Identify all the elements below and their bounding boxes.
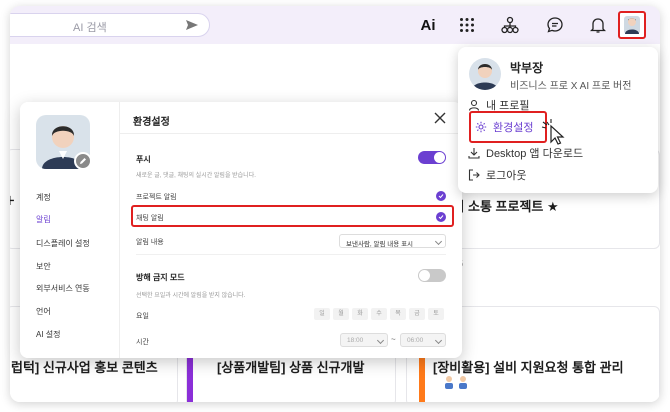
dropdown-user-name: 박부장: [510, 61, 544, 75]
settings-modal: 계정 알림 디스플레이 설정 보안 외부서비스 연동 언어 AI 설정 환경설정…: [20, 102, 462, 358]
dnd-day-label: 요일: [136, 313, 149, 320]
dnd-section-title: 방해 금지 모드: [136, 273, 185, 282]
menu-item-desktop-download[interactable]: Desktop 앱 다운로드: [468, 143, 583, 163]
dropdown-user-plan: 비즈니스 프로 X AI 프로 버전: [510, 81, 632, 92]
project-card-title: [장비활용] 설비 지원요청 통합 관리: [433, 360, 624, 375]
menu-item-label: 로그아웃: [486, 170, 527, 182]
sidebar-item-display[interactable]: 디스플레이 설정: [36, 238, 90, 249]
menu-item-label: Desktop 앱 다운로드: [486, 148, 584, 160]
day-mon[interactable]: 월: [333, 308, 349, 320]
send-icon[interactable]: [185, 18, 199, 32]
settings-sidebar: 계정 알림 디스플레이 설정 보안 외부서비스 연동 언어 AI 설정: [20, 102, 120, 358]
dnd-section-desc: 선택한 요일과 시간에 알림을 받지 않습니다.: [136, 293, 246, 299]
alert-content-value: 보낸사람, 알림 내용 표시: [346, 241, 414, 248]
day-tue[interactable]: 화: [352, 308, 368, 320]
alert-content-select[interactable]: 보낸사람, 알림 내용 표시: [339, 234, 446, 248]
sidebar-item-integrations[interactable]: 외부서비스 연동: [36, 283, 90, 294]
day-wed[interactable]: 수: [371, 308, 387, 320]
day-fri[interactable]: 금: [409, 308, 425, 320]
chevron-down-icon: [434, 336, 443, 345]
row-divider: [136, 254, 446, 255]
ai-icon: Ai: [420, 16, 436, 34]
alert-content-label: 알림 내용: [136, 239, 164, 246]
chevron-down-icon: [376, 336, 385, 345]
edit-pencil-icon[interactable]: [74, 152, 92, 170]
sidebar-item-account[interactable]: 계정: [36, 192, 51, 203]
sidebar-item-security[interactable]: 보안: [36, 261, 51, 272]
modal-divider: [120, 133, 462, 134]
dnd-time-label: 시간: [136, 339, 149, 346]
ai-assistant-button[interactable]: Ai: [418, 15, 438, 35]
dnd-start-time-select[interactable]: 18:00: [340, 333, 388, 347]
org-chart-icon[interactable]: [500, 15, 520, 35]
sidebar-item-ai-settings[interactable]: AI 설정: [36, 329, 61, 340]
project-card-title: 럽턱] 신규사업 홍보 콘텐츠: [11, 360, 158, 375]
push-toggle[interactable]: [418, 151, 446, 164]
push-section-desc: 새로운 글, 댓글, 채팅의 실시간 알림을 받습니다.: [136, 173, 256, 179]
project-card-title-left: ⊦: [10, 193, 16, 208]
end-time-value: 06:00: [407, 337, 424, 344]
search-placeholder: AI 검색: [73, 22, 107, 34]
people-icon: [443, 375, 473, 394]
chevron-down-icon: [434, 237, 443, 246]
close-icon[interactable]: [432, 110, 448, 126]
person-icon: [468, 99, 480, 111]
start-time-value: 18:00: [347, 337, 364, 344]
top-bar: AI 검색 Ai: [10, 6, 660, 44]
apps-grid-icon[interactable]: [457, 15, 477, 35]
sidebar-item-notifications[interactable]: 알림: [36, 214, 51, 225]
avatar-icon: [624, 16, 640, 34]
project-alert-check-icon[interactable]: [436, 191, 446, 201]
menu-item-logout[interactable]: 로그아웃: [468, 165, 526, 185]
profile-avatar-button[interactable]: [618, 11, 646, 39]
download-icon: [468, 148, 480, 159]
time-range-separator: ~: [391, 335, 396, 344]
settings-highlight-box: [469, 111, 547, 143]
push-section-title: 푸시: [136, 155, 151, 164]
day-sun[interactable]: 일: [314, 308, 330, 320]
click-cursor-icon: [541, 119, 565, 145]
chat-icon[interactable]: [545, 15, 565, 35]
dropdown-avatar: [469, 58, 501, 90]
sidebar-item-language[interactable]: 언어: [36, 306, 51, 317]
ai-search-box[interactable]: AI 검색: [10, 13, 210, 37]
dnd-end-time-select[interactable]: 06:00: [400, 333, 446, 347]
dnd-toggle[interactable]: [418, 269, 446, 282]
project-card-title: [상품개발팀] 상품 신규개발: [217, 360, 365, 375]
logout-icon: [468, 169, 480, 181]
card-color-stripe: [419, 357, 425, 402]
modal-title: 환경설정: [133, 117, 170, 128]
project-alert-label: 프로젝트 알림: [136, 194, 177, 201]
chat-alert-highlight-box: [131, 205, 454, 227]
day-sat[interactable]: 토: [428, 308, 444, 320]
bell-icon[interactable]: [588, 15, 608, 35]
day-thu[interactable]: 목: [390, 308, 406, 320]
